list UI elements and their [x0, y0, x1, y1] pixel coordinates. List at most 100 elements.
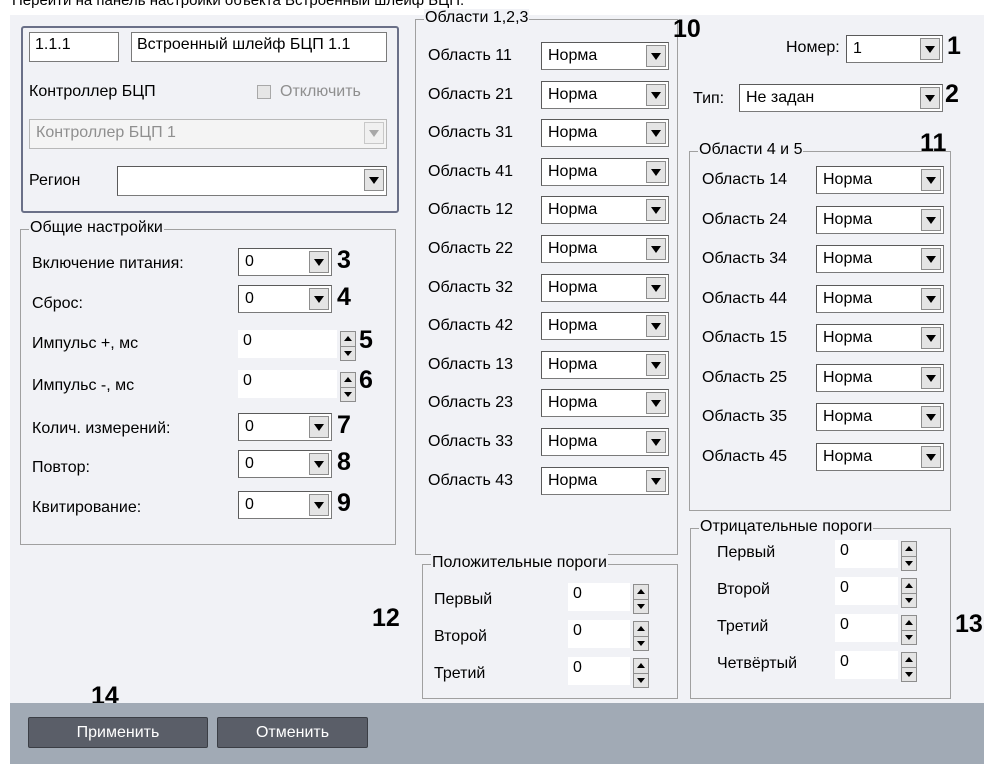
- arrow-down-icon[interactable]: [341, 388, 355, 402]
- area-select[interactable]: Норма: [541, 157, 669, 186]
- arrow-up-icon[interactable]: [341, 373, 355, 388]
- top-caption: Перейти на панель настройки объекта Встр…: [12, 0, 465, 9]
- arrow-down-icon[interactable]: [341, 347, 355, 361]
- negative-threshold-field[interactable]: 0: [835, 540, 898, 568]
- arrow-up-icon[interactable]: [634, 622, 648, 637]
- chevron-down-icon: [646, 122, 666, 145]
- area-select[interactable]: Норма: [816, 403, 944, 431]
- power-on-select[interactable]: 0: [238, 248, 332, 276]
- area-select-value: Норма: [823, 329, 873, 346]
- controller-select-value: Контроллер БЦП 1: [36, 124, 176, 141]
- area-select-value: Норма: [548, 471, 598, 489]
- arrow-down-icon[interactable]: [634, 674, 648, 688]
- negative-threshold-field[interactable]: 0: [835, 577, 898, 605]
- area-select[interactable]: Норма: [541, 196, 669, 225]
- negative-threshold-spinner[interactable]: [901, 541, 917, 571]
- measure-count-select[interactable]: 0: [238, 413, 332, 441]
- arrow-up-icon[interactable]: [634, 659, 648, 674]
- disable-checkbox[interactable]: [257, 85, 271, 99]
- positive-threshold-field[interactable]: 0: [568, 620, 630, 648]
- impulse-minus-value: 0: [243, 372, 252, 389]
- cancel-button[interactable]: Отменить: [217, 717, 368, 748]
- area-select[interactable]: Норма: [816, 166, 944, 194]
- callout-9: 9: [337, 489, 351, 517]
- area-label: Область 12: [428, 201, 514, 219]
- positive-threshold-spinner[interactable]: [633, 584, 649, 614]
- object-id-field[interactable]: 1.1.1: [29, 32, 119, 62]
- number-select[interactable]: 1: [846, 35, 943, 63]
- area-select-value: Норма: [548, 317, 598, 335]
- area-select-value: Норма: [548, 201, 598, 219]
- area-select[interactable]: Норма: [816, 363, 944, 392]
- positive-threshold-spinner[interactable]: [633, 621, 649, 651]
- arrow-down-icon[interactable]: [902, 631, 916, 645]
- area-select[interactable]: Норма: [816, 284, 944, 313]
- negative-threshold-spinner[interactable]: [901, 652, 917, 682]
- footer-bar: Применить Отменить: [10, 703, 984, 764]
- area-select[interactable]: Норма: [541, 235, 669, 263]
- chevron-down-icon: [646, 199, 666, 222]
- impulse-minus-spinner[interactable]: [340, 372, 356, 402]
- area-select[interactable]: Норма: [816, 245, 944, 273]
- callout-12: 12: [372, 604, 400, 632]
- reset-select[interactable]: 0: [238, 285, 332, 313]
- callout-13: 13: [955, 610, 983, 638]
- arrow-up-icon[interactable]: [902, 542, 916, 557]
- chevron-down-icon: [364, 122, 384, 144]
- positive-threshold-field[interactable]: 0: [568, 657, 630, 685]
- arrow-up-icon[interactable]: [902, 616, 916, 631]
- type-value: Не задан: [746, 89, 815, 106]
- negative-threshold-value: 0: [840, 653, 849, 670]
- general-row-label: Повтор:: [32, 459, 90, 476]
- area-select[interactable]: Норма: [541, 273, 669, 302]
- general-row-label: Колич. измерений:: [32, 420, 171, 437]
- area-select[interactable]: Норма: [816, 442, 944, 471]
- area-select[interactable]: Норма: [541, 389, 669, 418]
- impulse-minus-field[interactable]: 0: [238, 370, 337, 398]
- arrow-down-icon[interactable]: [634, 637, 648, 651]
- area-select[interactable]: Норма: [541, 350, 669, 379]
- area-select-value: Норма: [548, 394, 598, 412]
- area-label: Область 33: [428, 433, 514, 450]
- arrow-up-icon[interactable]: [341, 332, 355, 347]
- arrow-down-icon[interactable]: [902, 594, 916, 608]
- threshold-label: Второй: [717, 581, 770, 598]
- area-label: Область 15: [702, 329, 788, 346]
- impulse-plus-field[interactable]: 0: [238, 330, 337, 358]
- controller-select[interactable]: Контроллер БЦП 1: [29, 119, 387, 149]
- area-select[interactable]: Норма: [541, 428, 669, 456]
- reset-value: 0: [245, 290, 254, 307]
- area-select[interactable]: Норма: [541, 42, 669, 70]
- positive-threshold-value: 0: [573, 622, 582, 639]
- ack-select[interactable]: 0: [238, 491, 332, 519]
- object-name-field[interactable]: Встроенный шлейф БЦП 1.1: [131, 32, 387, 62]
- apply-button[interactable]: Применить: [28, 717, 208, 748]
- negative-threshold-field[interactable]: 0: [835, 614, 898, 642]
- negative-threshold-field[interactable]: 0: [835, 651, 898, 679]
- arrow-up-icon[interactable]: [902, 653, 916, 668]
- area-select[interactable]: Норма: [541, 466, 669, 495]
- arrow-down-icon[interactable]: [634, 600, 648, 614]
- positive-threshold-spinner[interactable]: [633, 658, 649, 688]
- arrow-down-icon[interactable]: [902, 557, 916, 571]
- repeat-select[interactable]: 0: [238, 450, 332, 478]
- arrow-down-icon[interactable]: [902, 668, 916, 682]
- chevron-down-icon: [921, 208, 941, 231]
- arrow-up-icon[interactable]: [634, 585, 648, 600]
- type-select[interactable]: Не задан: [739, 84, 943, 112]
- area-select[interactable]: Норма: [541, 312, 669, 341]
- impulse-plus-spinner[interactable]: [340, 331, 356, 361]
- area-select[interactable]: Норма: [541, 80, 669, 109]
- area-select[interactable]: Норма: [816, 324, 944, 352]
- area-select[interactable]: Норма: [541, 119, 669, 148]
- positive-threshold-field[interactable]: 0: [568, 583, 630, 611]
- chevron-down-icon: [920, 87, 940, 109]
- callout-11: 11: [920, 129, 947, 157]
- negative-threshold-spinner[interactable]: [901, 615, 917, 645]
- area-select-value: Норма: [823, 447, 873, 465]
- region-select[interactable]: [117, 166, 387, 196]
- area-select[interactable]: Норма: [816, 205, 944, 234]
- negative-threshold-spinner[interactable]: [901, 578, 917, 608]
- chevron-down-icon: [921, 445, 941, 468]
- arrow-up-icon[interactable]: [902, 579, 916, 594]
